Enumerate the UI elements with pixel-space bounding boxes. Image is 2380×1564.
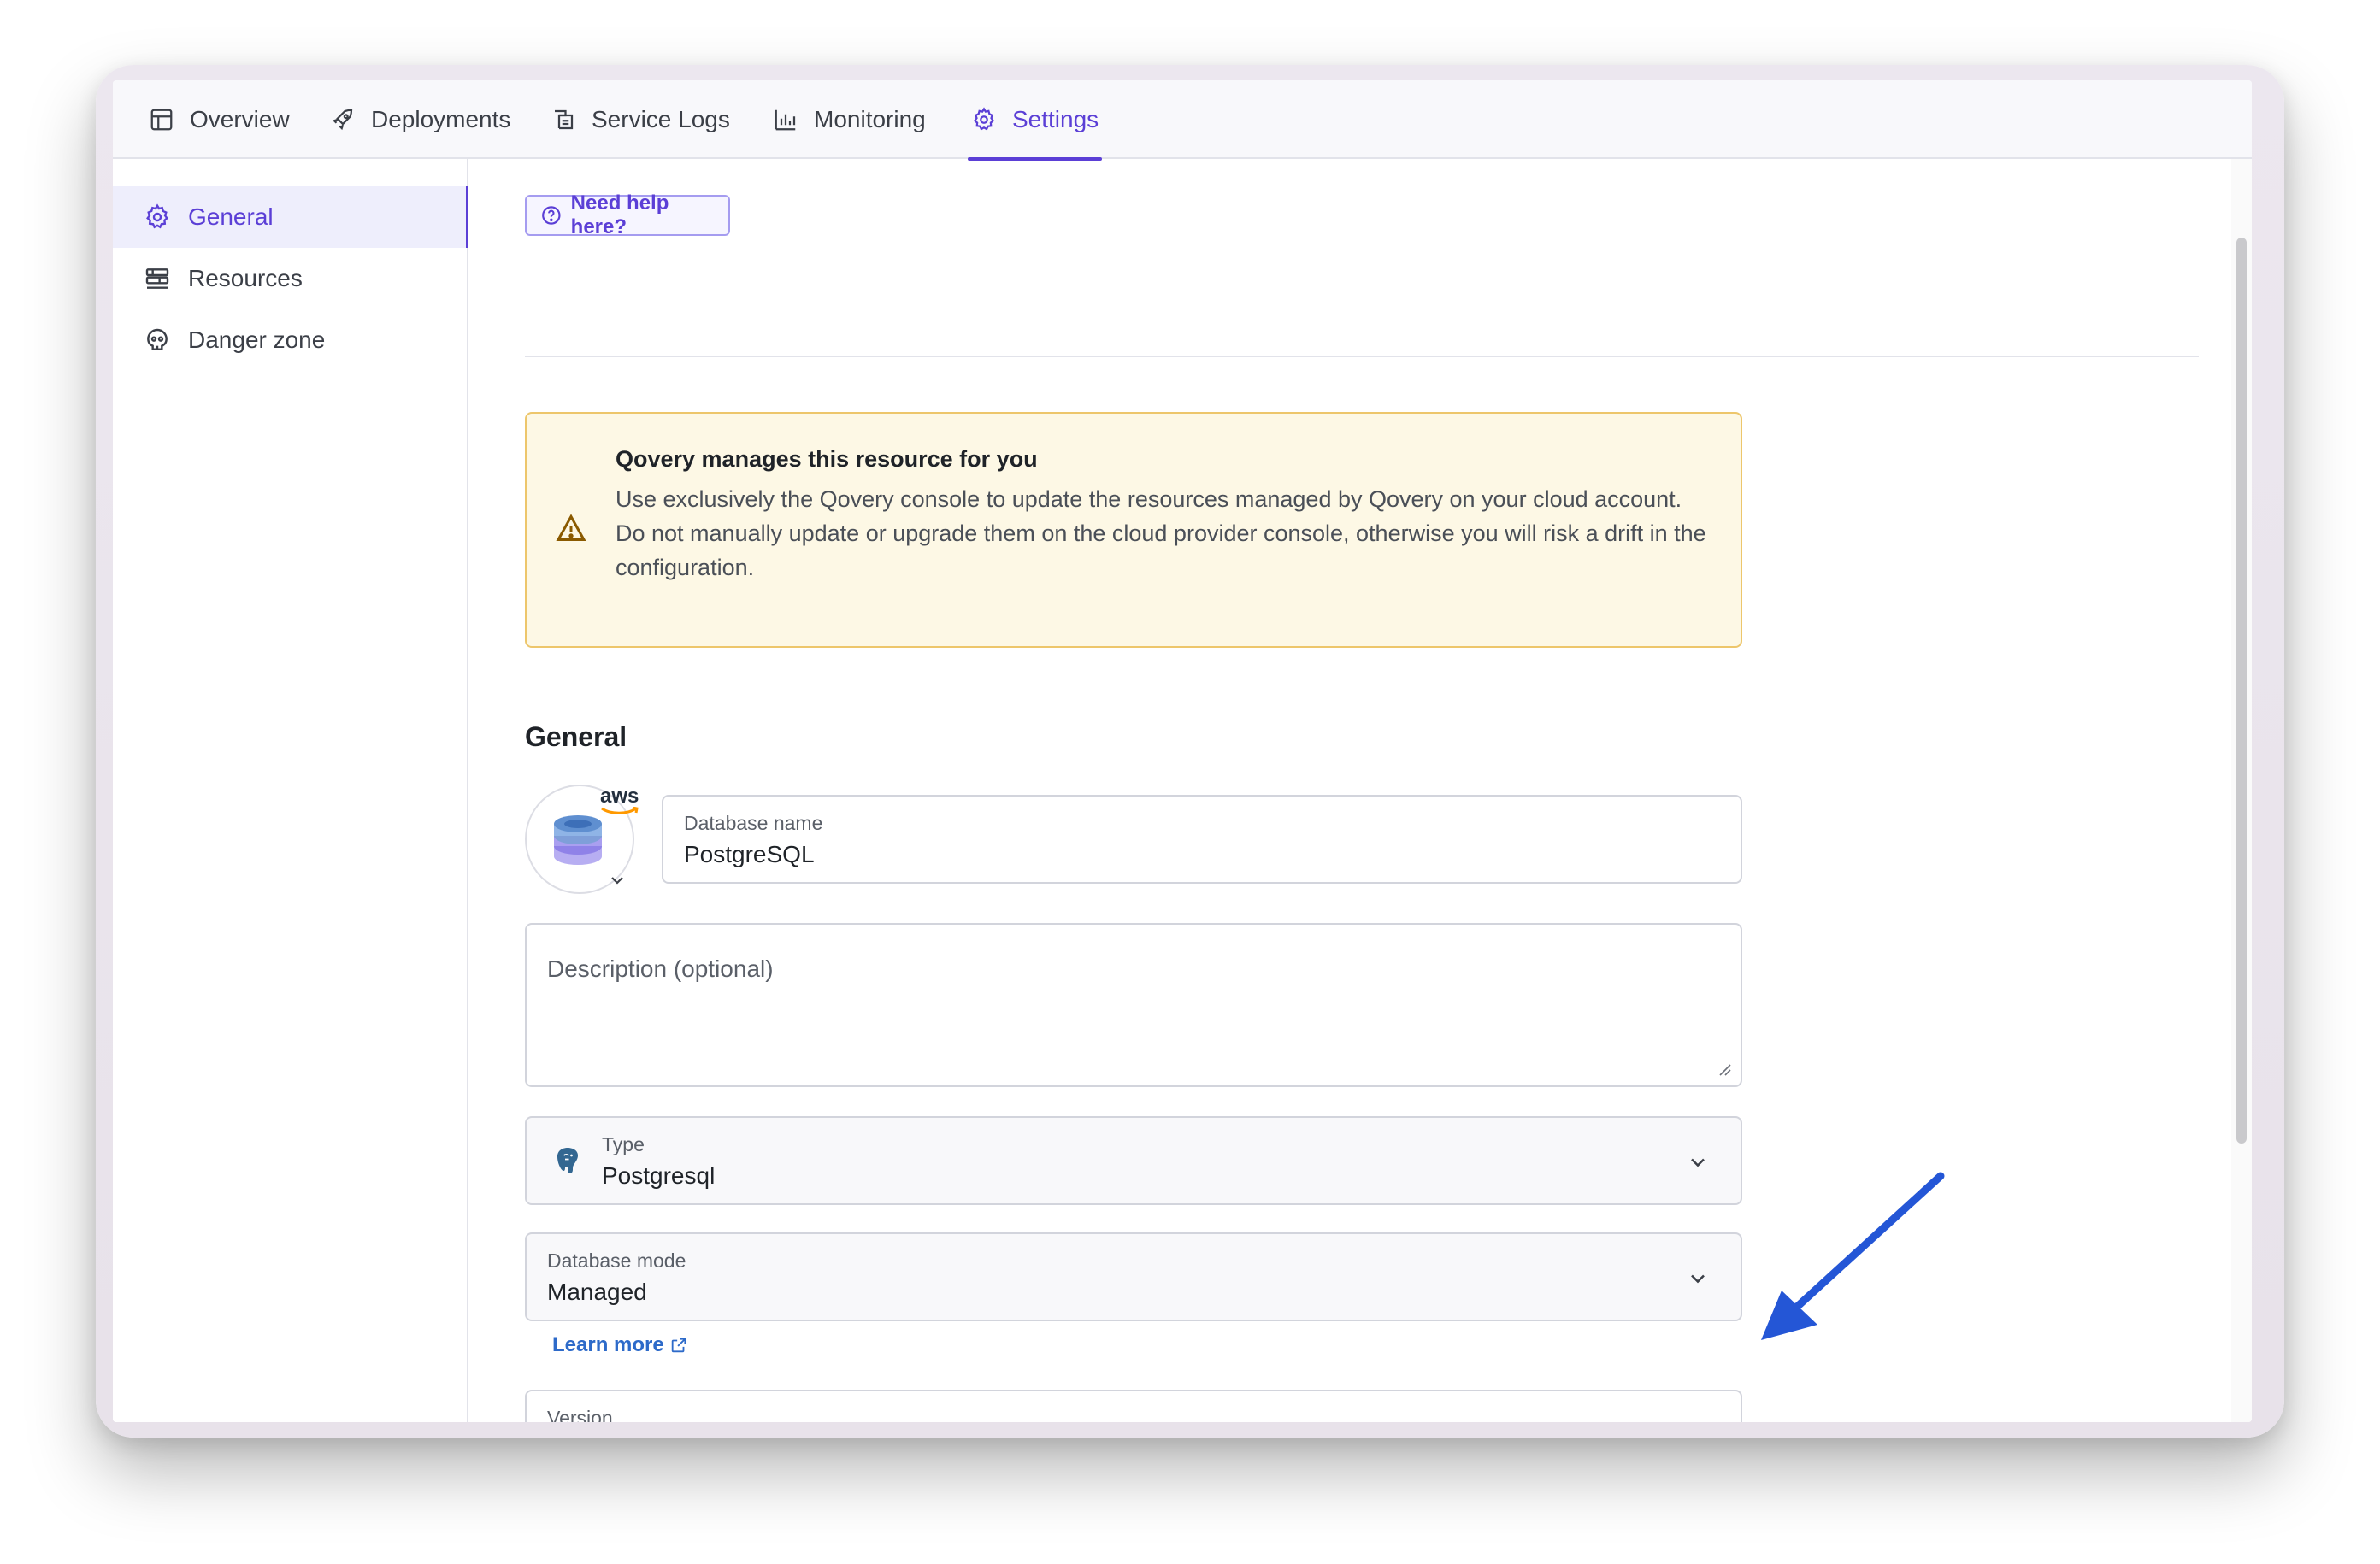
chevron-down-icon: [1691, 1274, 1705, 1284]
tab-deployments[interactable]: Deployments: [330, 80, 510, 159]
type-select[interactable]: Type Postgresql: [525, 1116, 1742, 1205]
database-icon: [554, 815, 602, 865]
version-label: Version: [547, 1407, 613, 1422]
tab-settings[interactable]: Settings: [967, 80, 1103, 161]
general-section-title: General: [525, 721, 627, 752]
skull-icon: [147, 328, 168, 350]
warning-icon: [556, 514, 586, 541]
tab-service-logs[interactable]: Service Logs: [551, 80, 730, 159]
scrollbar-thumb[interactable]: [2236, 238, 2247, 1144]
logs-icon: [555, 109, 574, 130]
postgresql-icon: [557, 1148, 578, 1173]
learn-more-label: Learn more: [552, 1333, 664, 1356]
need-help-label: Need help here?: [570, 191, 669, 238]
resources-icon: [145, 268, 169, 289]
sidebar-item-label: General: [188, 203, 274, 230]
need-help-button[interactable]: Need help here?: [525, 191, 730, 238]
aws-smile-icon: [601, 807, 639, 814]
learn-more-link[interactable]: Learn more: [552, 1333, 688, 1357]
tab-monitoring[interactable]: Monitoring: [773, 80, 926, 159]
section-divider: [525, 356, 2199, 357]
type-value: Postgresql: [602, 1162, 716, 1189]
tab-label: Deployments: [371, 106, 511, 132]
alert-body: Use exclusively the Qovery console to up…: [616, 482, 1727, 585]
help-circle-icon: [542, 206, 561, 225]
database-mode-label: Database mode: [547, 1249, 686, 1272]
tab-overview[interactable]: Overview: [149, 80, 290, 159]
database-mode-value: Managed: [547, 1279, 647, 1305]
sidebar-item-resources[interactable]: Resources: [113, 248, 467, 309]
description-textarea[interactable]: Description (optional): [525, 923, 1742, 1087]
settings-sidebar: General Resources Danger zone: [113, 159, 468, 1422]
chart-icon: [775, 109, 796, 131]
chevron-down-icon: [1691, 1158, 1705, 1167]
alert-line-1: Use exclusively the Qovery console to up…: [616, 486, 1682, 512]
gear-icon: [146, 203, 168, 229]
aws-label: aws: [600, 785, 639, 808]
alert-line-2: Do not manually update or upgrade them o…: [616, 520, 1706, 580]
database-name-label: Database name: [684, 812, 823, 834]
tab-label: Service Logs: [592, 106, 730, 132]
managed-resource-alert: Qovery manages this resource for you Use…: [525, 412, 1742, 648]
external-link-icon: [671, 1338, 686, 1353]
sidebar-item-label: Resources: [188, 265, 303, 291]
chevron-down-icon: [611, 877, 623, 885]
tab-label: Settings: [1012, 106, 1099, 132]
alert-title: Qovery manages this resource for you: [616, 446, 1038, 472]
resize-handle-icon[interactable]: [1717, 1061, 1732, 1077]
rocket-icon: [332, 109, 353, 131]
tab-label: Monitoring: [814, 106, 926, 132]
description-placeholder: Description (optional): [547, 955, 774, 982]
tab-label: Overview: [190, 106, 290, 132]
database-name-field[interactable]: Database name PostgreSQL: [662, 795, 1742, 884]
database-mode-select[interactable]: Database mode Managed: [525, 1232, 1742, 1321]
annotation-arrow-icon: [1761, 1172, 1945, 1340]
database-avatar[interactable]: aws: [525, 785, 639, 894]
type-label: Type: [602, 1133, 645, 1155]
tab-bar: Overview Deployments Service Logs Monito…: [113, 80, 2252, 161]
gear-icon: [973, 107, 995, 131]
version-select[interactable]: Version 16: [525, 1390, 1742, 1422]
layout-icon: [150, 109, 173, 131]
database-name-value: PostgreSQL: [684, 841, 815, 867]
sidebar-item-danger-zone[interactable]: Danger zone: [113, 309, 467, 371]
sidebar-item-label: Danger zone: [188, 326, 326, 353]
sidebar-item-general[interactable]: General: [113, 186, 468, 248]
settings-main: Need help here? Qovery manages this reso…: [468, 159, 2252, 1422]
